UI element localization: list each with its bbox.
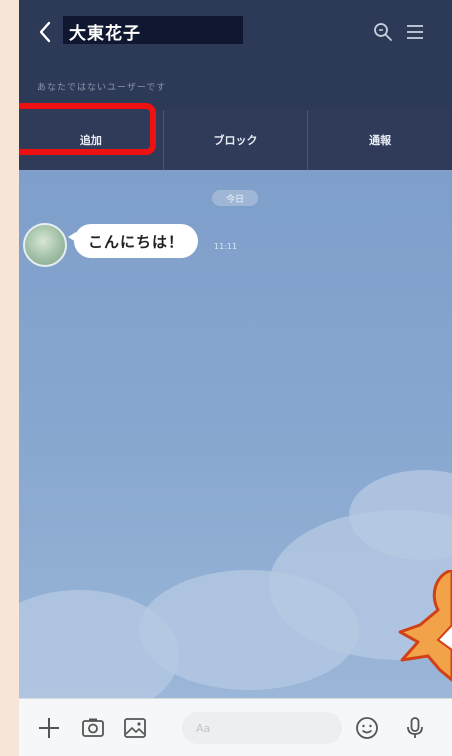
avatar[interactable] (23, 223, 67, 267)
chat-header: 大東花子 あなたではないユーザーです (19, 0, 452, 110)
date-separator: 今日 (212, 190, 258, 206)
block-button[interactable]: ブロック (164, 110, 309, 170)
report-button[interactable]: 通報 (308, 110, 452, 170)
image-icon[interactable] (123, 716, 147, 740)
add-friend-button[interactable]: 追加 (19, 110, 164, 170)
message-time: 11:11 (214, 242, 238, 251)
menu-icon[interactable] (405, 22, 425, 42)
chat-area: 今日 こんにちは！ 11:11 (19, 170, 452, 698)
unknown-user-notice: あなたではないユーザーです (37, 83, 167, 93)
message-input[interactable] (182, 712, 342, 744)
contact-name: 大東花子 (69, 24, 141, 44)
emoji-icon[interactable] (355, 716, 379, 740)
input-bar (19, 698, 452, 756)
search-icon[interactable] (373, 22, 393, 42)
chat-screen: 大東花子 あなたではないユーザーです 追加 ブロック 通報 今日 こんにちは！ … (19, 0, 452, 756)
back-icon[interactable] (37, 20, 53, 44)
microphone-icon[interactable] (403, 716, 427, 740)
friend-action-bar: 追加 ブロック 通報 (19, 110, 452, 170)
camera-icon[interactable] (81, 716, 105, 740)
plus-icon[interactable] (37, 716, 61, 740)
message-bubble[interactable]: こんにちは！ (67, 224, 199, 258)
